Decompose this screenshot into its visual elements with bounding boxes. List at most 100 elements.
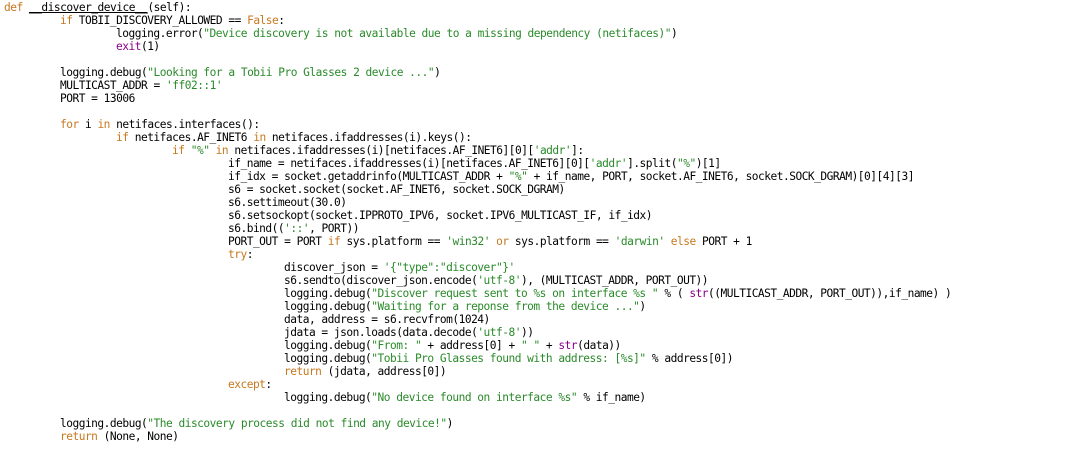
code-token: if xyxy=(116,131,135,144)
code-token: , PORT)) xyxy=(309,222,359,235)
code-token: 'darwin' xyxy=(614,235,665,248)
code-token: ].split( xyxy=(627,157,677,170)
code-token: s6 = socket.socket(socket.AF_INET6, sock… xyxy=(228,183,565,196)
code-line: s6.settimeout(30.0) xyxy=(4,196,1077,209)
code-token: in xyxy=(253,131,272,144)
code-line: logging.debug("The discovery process did… xyxy=(4,417,1077,430)
code-token: 'addr' xyxy=(533,144,572,157)
code-token: ) xyxy=(446,417,454,430)
code-token: (data)) xyxy=(577,339,621,352)
code-line: s6.bind(('::', PORT)) xyxy=(4,222,1077,235)
code-token: __discover_device__ xyxy=(28,1,148,14)
code-token: netifaces.ifaddresses(i).keys(): xyxy=(271,131,472,144)
code-token: ) xyxy=(639,300,646,313)
code-token: )[1] xyxy=(695,157,721,170)
code-token: % address[0]) xyxy=(645,352,734,365)
code-line: discover_json = '{"type":"discover"}' xyxy=(4,261,1077,274)
code-token: for xyxy=(60,118,85,131)
code-token: str xyxy=(689,287,709,300)
code-token: "%" xyxy=(508,170,528,183)
code-token: "Waiting for a reponse from the device .… xyxy=(371,300,640,313)
code-token: 'win32' xyxy=(446,235,490,248)
code-token: + address[0] + xyxy=(421,339,521,352)
code-line: except: xyxy=(4,378,1077,391)
code-line: exit(1) xyxy=(4,40,1077,53)
code-line: logging.debug("Tobii Pro Glasses found w… xyxy=(4,352,1077,365)
code-token: in xyxy=(97,118,117,131)
code-token: return xyxy=(284,365,328,378)
code-line: if TOBII_DISCOVERY_ALLOWED == False: xyxy=(4,14,1077,27)
code-token: except xyxy=(228,378,266,391)
code-line: if "%" in netifaces.ifaddresses(i)[netif… xyxy=(4,144,1077,157)
code-line: logging.debug("Looking for a Tobii Pro G… xyxy=(4,66,1077,79)
code-token: logging.debug( xyxy=(284,300,372,313)
code-token: or xyxy=(489,235,515,248)
code-token: 'utf-8' xyxy=(477,326,521,339)
code-token: False xyxy=(247,14,279,27)
code-token: "No device found on interface %s" xyxy=(371,391,578,404)
code-token: : xyxy=(265,378,272,391)
code-token: else xyxy=(664,235,702,248)
code-token: (self): xyxy=(147,1,192,14)
code-token: + if_name, PORT, socket.AF_INET6, socket… xyxy=(527,170,915,183)
code-token: logging.debug( xyxy=(284,352,372,365)
code-line: s6 = socket.socket(socket.AF_INET6, sock… xyxy=(4,183,1077,196)
code-token: "Tobii Pro Glasses found with address: [… xyxy=(371,352,646,365)
code-token: (1) xyxy=(140,40,160,53)
code-token: try xyxy=(228,248,247,261)
code-token: logging.debug( xyxy=(60,66,148,79)
code-token: "The discovery process did not find any … xyxy=(147,417,447,430)
code-token: sys.platform == xyxy=(514,235,615,248)
code-line: logging.error("Device discovery is not a… xyxy=(4,27,1077,40)
code-token: "%" xyxy=(190,144,210,157)
code-line: logging.debug("Discover request sent to … xyxy=(4,287,1077,300)
code-token: TOBII_DISCOVERY_ALLOWED == xyxy=(78,14,248,27)
code-token: '{"type":"discover"}' xyxy=(383,261,515,274)
code-line: if netifaces.AF_INET6 in netifaces.ifadd… xyxy=(4,131,1077,144)
code-token: )) xyxy=(520,326,534,339)
code-line: s6.sendto(discover_json.encode('utf-8'),… xyxy=(4,274,1077,287)
code-token: "From: " xyxy=(371,339,422,352)
code-line: PORT_OUT = PORT if sys.platform == 'win3… xyxy=(4,235,1077,248)
code-token: jdata = json.loads(data.decode( xyxy=(284,326,478,339)
code-token: s6.settimeout(30.0) xyxy=(228,196,347,209)
code-token: netifaces.AF_INET6 xyxy=(134,131,254,144)
code-token: data, address = s6.recvfrom(1024) xyxy=(284,313,490,326)
code-line: if_name = netifaces.ifaddresses(i)[netif… xyxy=(4,157,1077,170)
code-token: ), (MULTICAST_ADDR, PORT_OUT)) xyxy=(520,274,709,287)
code-token: i xyxy=(84,118,98,131)
code-token: logging.debug( xyxy=(284,339,372,352)
code-token: def xyxy=(4,1,29,14)
code-token: 'addr' xyxy=(589,157,628,170)
code-token: PORT_OUT = PORT xyxy=(228,235,328,248)
code-token: 'ff02::1' xyxy=(166,79,223,92)
code-token: ]: xyxy=(571,144,584,157)
code-token: : xyxy=(246,248,254,261)
code-token: exit xyxy=(116,40,141,53)
code-token: : xyxy=(278,14,285,27)
code-line: logging.debug("No device found on interf… xyxy=(4,391,1077,404)
code-token: logging.debug( xyxy=(284,287,372,300)
code-line: PORT = 13006 xyxy=(4,92,1077,105)
code-line: logging.debug("Waiting for a reponse fro… xyxy=(4,300,1077,313)
code-token: % ( xyxy=(658,287,690,300)
code-line: s6.setsockopt(socket.IPPROTO_IPV6, socke… xyxy=(4,209,1077,222)
code-token: logging.error( xyxy=(116,27,204,40)
code-editor[interactable]: def __discover_device__(self): if TOBII_D… xyxy=(4,1,1077,451)
code-token: "%" xyxy=(676,157,696,170)
code-token: s6.sendto(discover_json.encode( xyxy=(284,274,478,287)
code-line: data, address = s6.recvfrom(1024) xyxy=(4,313,1077,326)
code-line: return (None, None) xyxy=(4,430,1077,443)
code-token: MULTICAST_ADDR = xyxy=(60,79,167,92)
code-token: "Looking for a Tobii Pro Glasses 2 devic… xyxy=(147,66,435,79)
code-token: (jdata, address[0]) xyxy=(327,365,447,378)
code-line: for i in netifaces.interfaces(): xyxy=(4,118,1077,131)
code-token: (None, None) xyxy=(103,430,179,443)
code-line: logging.debug("From: " + address[0] + " … xyxy=(4,339,1077,352)
code-token: netifaces.ifaddresses(i)[netifaces.AF_IN… xyxy=(234,144,534,157)
code-token: if xyxy=(60,14,79,27)
code-token: PORT = 13006 xyxy=(60,92,135,105)
code-token: return xyxy=(60,430,104,443)
code-line: jdata = json.loads(data.decode('utf-8')) xyxy=(4,326,1077,339)
